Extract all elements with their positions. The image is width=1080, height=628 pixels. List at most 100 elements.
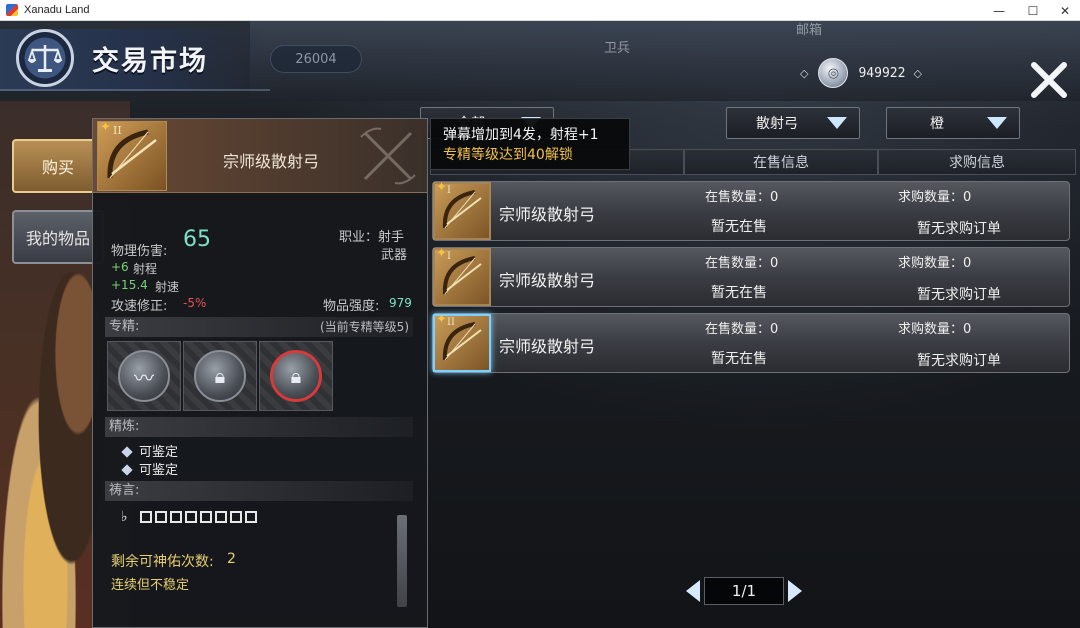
- physical-damage-label: 物理伤害:: [111, 244, 168, 259]
- refine-section-header: 精炼:: [105, 417, 413, 437]
- attack-speed-label: 攻速修正:: [111, 299, 168, 314]
- item-category: 武器: [381, 248, 408, 263]
- on-sale-status: 暂无在售: [711, 285, 767, 301]
- scatter-bow-icon: ✦ I: [433, 246, 491, 306]
- tab-my-items[interactable]: 我的物品: [12, 210, 104, 264]
- next-page-arrow-icon[interactable]: [788, 580, 802, 602]
- blessing-remaining-count: 2: [227, 551, 236, 567]
- on-sale-count: 在售数量：0: [705, 322, 779, 337]
- rune-slot-icon: [229, 511, 242, 523]
- tab-buy[interactable]: 购买: [12, 139, 104, 193]
- buy-order-status: 暂无求购订单: [917, 221, 1001, 237]
- mastery-slot[interactable]: 🔒︎: [183, 341, 257, 411]
- tier-badge: II: [113, 124, 122, 137]
- star-badge-icon: ✦: [100, 120, 111, 135]
- buy-order-count: 求购数量：0: [898, 256, 972, 271]
- on-sale-count: 在售数量：0: [705, 190, 779, 205]
- page-indicator: 1/1: [704, 577, 784, 605]
- minimize-button[interactable]: —: [982, 0, 1016, 21]
- buy-order-status: 暂无求购订单: [917, 353, 1001, 369]
- class-label: 职业：射手: [339, 230, 405, 245]
- weapon-type-label: 散射弓: [756, 116, 798, 132]
- scales-emblem-icon: [16, 29, 74, 87]
- star-badge-icon: ✦: [436, 180, 447, 195]
- app-icon: [6, 4, 18, 16]
- range-bonus-label: 射程: [133, 262, 158, 276]
- scatter-bow-icon: ✦ II: [97, 120, 167, 191]
- star-badge-icon: ✦: [436, 312, 447, 327]
- background-counter: 26004: [270, 45, 362, 73]
- mastery-tooltip-unlock: 专精等级达到40解锁: [443, 147, 573, 163]
- item-detail-title: 宗师级散射弓: [223, 152, 320, 171]
- prev-page-arrow-icon[interactable]: [686, 580, 700, 602]
- mastery-label: 专精:: [109, 319, 140, 334]
- refine-slot-text: 可鉴定: [139, 445, 179, 460]
- rune-slot-icon: [169, 511, 182, 523]
- star-badge-icon: ✦: [436, 246, 447, 261]
- background-npc-label: 卫兵: [604, 41, 631, 56]
- rune-slot-icon: [214, 511, 227, 523]
- rune-slot-icon: [199, 511, 212, 523]
- item-detail-header: ✦ II 宗师级散射弓: [93, 119, 427, 193]
- table-row-selected[interactable]: ✦ II 宗师级散射弓 在售数量：0 暂无在售 求购数量：0 暂无求购订单: [432, 312, 1070, 373]
- column-header-on-sale: 在售信息: [684, 149, 878, 175]
- currency-left-ornament-icon: ◇: [800, 66, 809, 80]
- weapon-type-dropdown[interactable]: 散射弓: [726, 107, 860, 139]
- item-name: 宗师级散射弓: [499, 337, 596, 356]
- background-mailbox-label: 邮箱: [796, 23, 823, 38]
- rune-slot-icon: [139, 511, 152, 523]
- physical-damage-value: 65: [183, 227, 211, 252]
- prayer-section-header: 祷言:: [105, 481, 413, 501]
- game-stage: 26004 卫兵 邮箱 交易市场 ◇ ◎ 949922 ◇ 购买 我的物品 全部…: [0, 21, 1080, 628]
- diamond-bullet-icon: [121, 464, 133, 476]
- detail-scrollbar[interactable]: [397, 515, 407, 607]
- speed-bonus-label: 射速: [155, 280, 180, 294]
- buy-order-count: 求购数量：0: [898, 322, 972, 337]
- attack-speed-value: -5%: [183, 296, 207, 310]
- buy-order-count: 求购数量：0: [898, 190, 972, 205]
- chevron-down-icon: [987, 117, 1007, 129]
- mastery-level: (当前专精等级5): [320, 320, 409, 334]
- currency-right-ornament-icon: ◇: [913, 66, 922, 80]
- scatter-bow-icon: ✦ I: [433, 180, 491, 240]
- currency-display: ◇ ◎ 949922 ◇: [800, 58, 926, 88]
- buy-order-status: 暂无求购订单: [917, 287, 1001, 303]
- blessing-remaining-label: 剩余可神佑次数:: [111, 554, 214, 570]
- rune-slot-icon: [244, 511, 257, 523]
- item-name: 宗师级散射弓: [499, 271, 596, 290]
- item-name: 宗师级散射弓: [499, 205, 596, 224]
- column-header-buy-orders: 求购信息: [878, 149, 1076, 175]
- tier-badge: I: [447, 185, 451, 196]
- diamond-bullet-icon: [121, 446, 133, 458]
- item-strength-value: 979: [389, 296, 412, 310]
- window-close-button[interactable]: ✕: [1048, 0, 1080, 21]
- chevron-down-icon: [827, 117, 847, 129]
- lock-icon: 🔒︎: [270, 350, 322, 402]
- maximize-button[interactable]: ☐: [1016, 0, 1050, 21]
- lock-icon: 🔒︎: [194, 350, 246, 402]
- prayer-runes: ♭: [121, 509, 260, 525]
- on-sale-count: 在售数量：0: [705, 256, 779, 271]
- item-strength-label: 物品强度:: [323, 299, 380, 314]
- mastery-slot[interactable]: 〰: [107, 341, 181, 411]
- table-row[interactable]: ✦ I 宗师级散射弓 在售数量：0 暂无在售 求购数量：0 暂无求购订单: [432, 246, 1070, 307]
- speed-bonus-value: +15.4: [111, 278, 148, 292]
- page-title: 交易市场: [92, 46, 208, 77]
- close-icon: [1031, 62, 1067, 98]
- item-flavor-note: 连续但不稳定: [111, 578, 190, 593]
- prayer-glyph-icon: ♭: [121, 509, 128, 525]
- rarity-dropdown[interactable]: 橙: [886, 107, 1020, 139]
- table-row[interactable]: ✦ I 宗师级散射弓 在售数量：0 暂无在售 求购数量：0 暂无求购订单: [432, 180, 1070, 241]
- rune-slot-icon: [154, 511, 167, 523]
- crossed-bows-icon: [360, 127, 416, 185]
- mastery-tooltip: 弹幕增加到4发，射程+1 专精等级达到40解锁: [430, 118, 630, 170]
- window-titlebar: Xanadu Land — ☐ ✕: [0, 0, 1080, 21]
- tier-badge: I: [447, 251, 451, 262]
- rarity-label: 橙: [930, 116, 944, 132]
- wave-skill-icon: 〰: [118, 350, 170, 402]
- mastery-section-header: 专精: (当前专精等级5): [105, 317, 413, 337]
- close-market-button[interactable]: [1026, 57, 1072, 103]
- silver-coin-icon: ◎: [818, 58, 849, 88]
- pagination: 1/1: [686, 577, 802, 605]
- mastery-slot-hovered[interactable]: 🔒︎: [259, 341, 333, 411]
